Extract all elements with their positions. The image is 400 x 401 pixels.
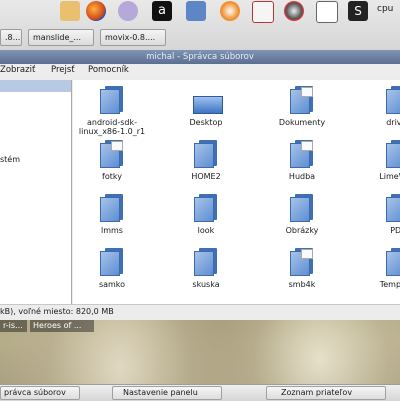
window-title[interactable]: michal - Správca súborov [0,50,400,64]
system-monitor-icon[interactable] [316,1,338,23]
bottom-panel: právca súborov Nastavenie panelu Zoznam … [0,384,400,401]
status-bar: kB), voľné miesto: 820,0 MB [0,304,400,319]
file-item-label: Template [379,280,400,289]
file-item-label: LimeWire [379,172,400,181]
file-item-label: Hudba [288,172,316,181]
settings-gear-icon[interactable] [284,1,304,21]
calendar-icon[interactable] [252,1,274,23]
terminal-icon[interactable]: S [348,1,368,21]
menu-help[interactable]: Pomocník [88,65,129,75]
gnome-foot-icon[interactable] [118,1,138,21]
file-item[interactable]: Hudba [263,136,341,188]
file-item-label: fotky [102,172,122,181]
task-button-panel-settings[interactable]: Nastavenie panelu [112,386,222,400]
menu-view[interactable]: Zobraziť [0,65,35,75]
task-button[interactable]: Heroes of ... [30,320,94,332]
folder-icon [193,140,219,168]
file-item-label: samko [98,280,126,289]
task-button[interactable]: movix-0.8.... [100,29,166,46]
file-item[interactable]: PDF [359,190,400,242]
menu-go[interactable]: Prejsť [51,65,75,75]
folder-icon [289,194,315,222]
desktop-icon [193,86,223,114]
file-item[interactable]: smb4k [263,244,341,296]
folder-icon [99,194,125,222]
file-item[interactable]: HOME2 [167,136,245,188]
file-item[interactable]: driver [359,82,400,134]
cpu-label: cpu [377,4,394,14]
text-a-icon[interactable]: a [152,1,172,21]
file-item[interactable]: Desktop [167,82,245,134]
folder-icon [99,248,125,276]
file-item-label: Obrázky [285,226,319,235]
folder-icon [193,248,219,276]
documents-folder-icon [289,86,315,114]
folder-icon [385,140,400,168]
task-button[interactable]: manslide_... [28,29,94,46]
file-view: android-sdk-linux_x86-1.0_r1 Desktop Dokum… [73,80,400,310]
file-item-label: look [197,226,215,235]
folder-icon [385,194,400,222]
file-manager-window: michal - Správca súborov Zobraziť Prejsť… [0,50,400,320]
task-button-friends-list[interactable]: Zoznam priateľov [266,386,386,400]
file-item-label: smb4k [288,280,316,289]
file-item-label: android-sdk-linux_x86-1.0_r1 [78,118,146,136]
file-item-label: PDF [390,226,400,235]
file-item[interactable]: android-sdk-linux_x86-1.0_r1 [73,82,151,136]
file-item[interactable]: fotky [73,136,151,188]
sidebar: stém [0,80,72,310]
task-button[interactable]: r-is... [0,320,27,332]
folder-icon [385,86,400,114]
sidebar-selected-item[interactable] [0,80,71,92]
file-item[interactable]: Obrázky [263,190,341,242]
folder-icon [99,86,125,114]
pictures-folder-icon [99,140,125,168]
launcher-bar: a S cpu [0,0,400,23]
music-folder-icon [289,140,315,168]
file-item[interactable]: look [167,190,245,242]
note-launcher-icon[interactable] [60,1,80,21]
lower-task-list: r-is... Heroes of ... [0,320,400,332]
file-item-label: lmms [101,226,123,235]
network-folder-icon [289,248,315,276]
file-item[interactable]: Dokumenty [263,82,341,134]
media-player-icon[interactable] [220,1,240,21]
file-item[interactable]: Template [359,244,400,296]
file-item-label: driver [386,118,400,127]
menubar: Zobraziť Prejsť Pomocník [0,64,400,79]
file-item-label: HOME2 [191,172,221,181]
file-item-label: Dokumenty [278,118,326,127]
sidebar-item-system[interactable]: stém [0,155,20,164]
folder-icon [193,194,219,222]
file-item-label: Desktop [189,118,223,127]
file-item[interactable]: LimeWire [359,136,400,188]
status-text: kB), voľné miesto: 820,0 MB [0,307,114,316]
task-button-file-manager[interactable]: právca súborov [0,386,80,400]
folder-icon [385,248,400,276]
top-panel: a S cpu .8... manslide_... movix-0.8.... [0,0,400,51]
file-item[interactable]: lmms [73,190,151,242]
file-item[interactable]: skuska [167,244,245,296]
monitor-icon[interactable] [186,1,206,21]
firefox-icon[interactable] [86,1,106,21]
top-taskbar: .8... manslide_... movix-0.8.... [0,29,400,47]
task-button[interactable]: .8... [0,29,22,46]
file-item[interactable]: samko [73,244,151,296]
file-item-label: skuska [192,280,220,289]
